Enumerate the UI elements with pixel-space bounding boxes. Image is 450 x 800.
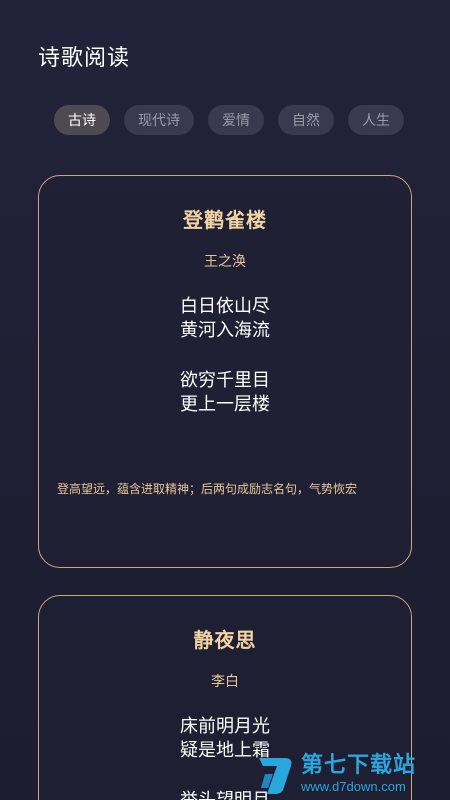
watermark-url: www.d7down.com <box>301 779 406 794</box>
tab-nature[interactable]: 自然 <box>278 105 334 135</box>
tab-modern[interactable]: 现代诗 <box>124 105 194 135</box>
page-title: 诗歌阅读 <box>38 46 131 71</box>
poem-line: 欲穷千里目 <box>180 370 270 391</box>
poem-note: 登高望远，蕴含进取精神；后两句成励志名句，气势恢宏 <box>57 482 358 496</box>
poem-line: 更上一层楼 <box>180 394 270 415</box>
poem-card[interactable]: 登鹳雀楼 王之涣 白日依山尽 黄河入海流 欲穷千里目 更上一层楼 登高望远，蕴含… <box>38 175 412 568</box>
poem-body: 白日依山尽 黄河入海流 欲穷千里目 更上一层楼 <box>39 295 411 417</box>
poem-author: 李白 <box>211 674 239 690</box>
poem-title: 静夜思 <box>193 628 257 652</box>
tab-classical[interactable]: 古诗 <box>54 105 110 135</box>
poem-title: 登鹳雀楼 <box>183 208 267 232</box>
poem-line: 黄河入海流 <box>180 320 270 341</box>
watermark: 第七下载站 www.d7down.com <box>255 748 450 800</box>
poem-line: 床前明月光 <box>180 716 270 737</box>
tab-life[interactable]: 人生 <box>348 105 404 135</box>
category-tabs: 古诗 现代诗 爱情 自然 人生 <box>54 105 404 135</box>
d7-logo-icon <box>259 758 292 794</box>
tab-love[interactable]: 爱情 <box>208 105 264 135</box>
poem-line: 白日依山尽 <box>180 296 270 317</box>
poem-author: 王之涣 <box>204 254 246 270</box>
watermark-title: 第七下载站 <box>301 753 417 778</box>
